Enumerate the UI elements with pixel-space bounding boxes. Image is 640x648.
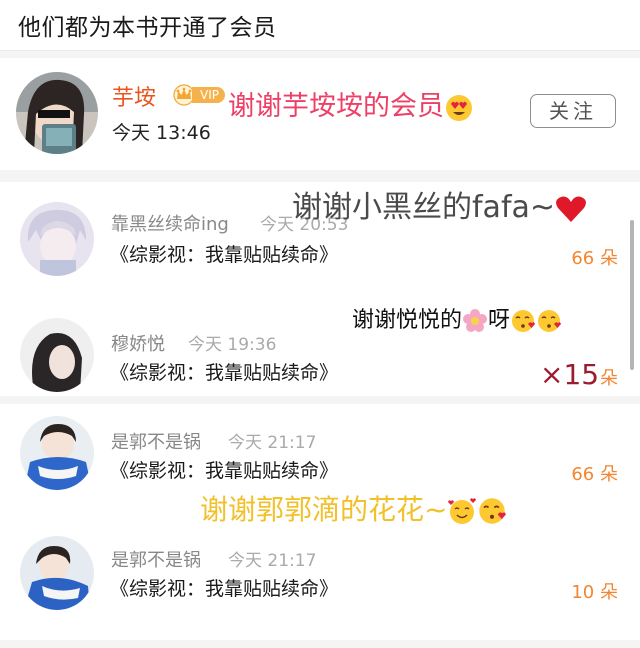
scrollbar[interactable] <box>630 220 634 370</box>
member-name[interactable]: 芋垵 <box>112 80 156 112</box>
member-card[interactable]: 芋垵 VIP 今天 13:46 谢谢芋垵垵的会员 关注 <box>0 58 640 170</box>
thanks-text: 谢谢小黑丝的fafa~ <box>292 190 556 225</box>
gift-time: 今天 19:36 <box>188 335 277 355</box>
avatar[interactable] <box>20 416 94 490</box>
user-name[interactable]: 靠黑丝续命ing <box>111 210 229 236</box>
thanks-caption-member: 谢谢芋垵垵的会员 <box>228 84 474 123</box>
thanks-caption-row3: 谢谢郭郭滴的花花~ <box>200 488 507 528</box>
gift-count: 66 朵 <box>571 464 618 485</box>
thanks-text-suffix: 呀 <box>488 308 511 333</box>
kissing-face-emoji <box>479 498 507 524</box>
gift-count: 10 朵 <box>571 582 618 603</box>
avatar[interactable] <box>16 72 98 154</box>
avatar[interactable] <box>20 536 94 610</box>
follow-button[interactable]: 关注 <box>530 94 616 128</box>
multiplier-caption: ×15 <box>540 358 600 391</box>
flower-emoji <box>463 309 488 332</box>
section-divider <box>0 170 640 178</box>
smiling-face-hearts-emoji <box>448 498 477 524</box>
thanks-text: 谢谢郭郭滴的花花~ <box>200 493 448 526</box>
heart-eyes-emoji <box>446 94 472 121</box>
thanks-caption-row2: 谢谢悦悦的 呀 <box>352 302 562 334</box>
list-item[interactable]: 是郭不是锅 今天 21:17 《综影视：我靠贴贴续命》 10 朵 <box>0 522 640 640</box>
gift-time: 今天 21:17 <box>228 551 317 571</box>
gift-time: 今天 21:17 <box>228 433 317 453</box>
thanks-caption-row1: 谢谢小黑丝的fafa~ <box>292 182 587 226</box>
kissing-face-emoji <box>512 310 536 332</box>
member-time: 今天 13:46 <box>112 122 211 144</box>
gift-count: 66 朵 <box>571 248 618 269</box>
avatar[interactable] <box>20 318 94 392</box>
user-name[interactable]: 穆娇悦 <box>111 330 165 356</box>
vip-badge: VIP <box>172 84 225 106</box>
kissing-face-emoji <box>538 310 562 332</box>
user-name[interactable]: 是郭不是锅 <box>111 546 201 572</box>
gift-count: 朵 <box>600 368 618 389</box>
book-title[interactable]: 《综影视：我靠贴贴续命》 <box>110 358 338 385</box>
red-heart-emoji <box>556 196 586 222</box>
thanks-text: 谢谢悦悦的 <box>352 308 463 333</box>
avatar[interactable] <box>20 202 94 276</box>
page-header: 他们都为本书开通了会员 <box>0 0 640 51</box>
vip-label: VIP <box>192 87 225 103</box>
page-title: 他们都为本书开通了会员 <box>18 15 277 41</box>
thanks-text: 谢谢芋垵垵的会员 <box>228 91 444 122</box>
book-title[interactable]: 《综影视：我靠贴贴续命》 <box>110 240 338 267</box>
user-name[interactable]: 是郭不是锅 <box>111 428 201 454</box>
book-title[interactable]: 《综影视：我靠贴贴续命》 <box>110 574 338 601</box>
book-title[interactable]: 《综影视：我靠贴贴续命》 <box>110 456 338 483</box>
